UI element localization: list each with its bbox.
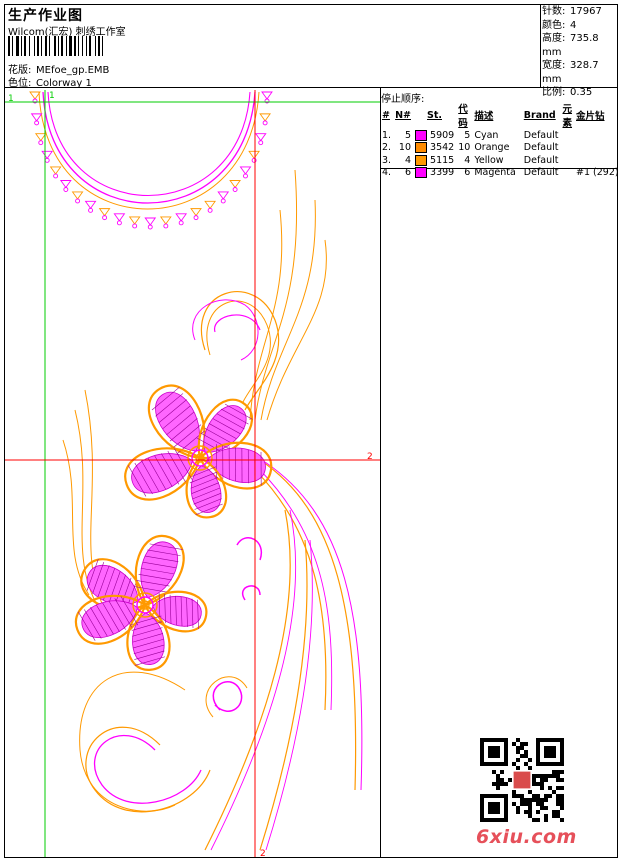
color-swatch xyxy=(415,154,427,166)
color-swatch xyxy=(415,167,427,179)
header-divider-vertical xyxy=(540,4,541,87)
page-title: 生产作业图 xyxy=(8,8,83,24)
embroidery-design: 1 1 2 2 xyxy=(5,90,380,857)
design-stats: 针数: 17967 颜色: 4 高度: 735.8 mm 宽度: 328.7 mm 比例… xyxy=(542,6,602,98)
table-header-row: # N# St. 代码 描述 Brand 元素 金片钻 xyxy=(382,104,605,129)
color-sequence-table: # N# St. 代码 描述 Brand 元素 金片钻 1. 5 5909 5 Cya… xyxy=(380,101,620,179)
qr-code xyxy=(480,738,564,822)
guide-label-bottom: 2 xyxy=(260,849,266,857)
guide-label-top: 1 xyxy=(49,91,55,101)
colorway-row: 色位: Colorway 1 xyxy=(8,78,92,89)
barcode xyxy=(8,36,103,56)
table-row: 4. 6 3399 6 Magenta Default #1 (292) xyxy=(382,167,619,179)
guide-label-left: 1 xyxy=(8,94,14,104)
table-row: 2. 10 3542 10 Orange Default xyxy=(382,142,559,154)
table-row: 3. 4 5115 4 Yellow Default xyxy=(382,154,559,166)
watermark-logo: 6xiu.com xyxy=(476,826,577,848)
color-swatch xyxy=(415,129,427,141)
guide-label-right: 2 xyxy=(367,452,373,462)
table-row: 1. 5 5909 5 Cyan Default xyxy=(382,129,559,141)
header-divider xyxy=(4,87,618,88)
design-panel-divider xyxy=(380,87,381,858)
color-swatch xyxy=(415,142,427,154)
